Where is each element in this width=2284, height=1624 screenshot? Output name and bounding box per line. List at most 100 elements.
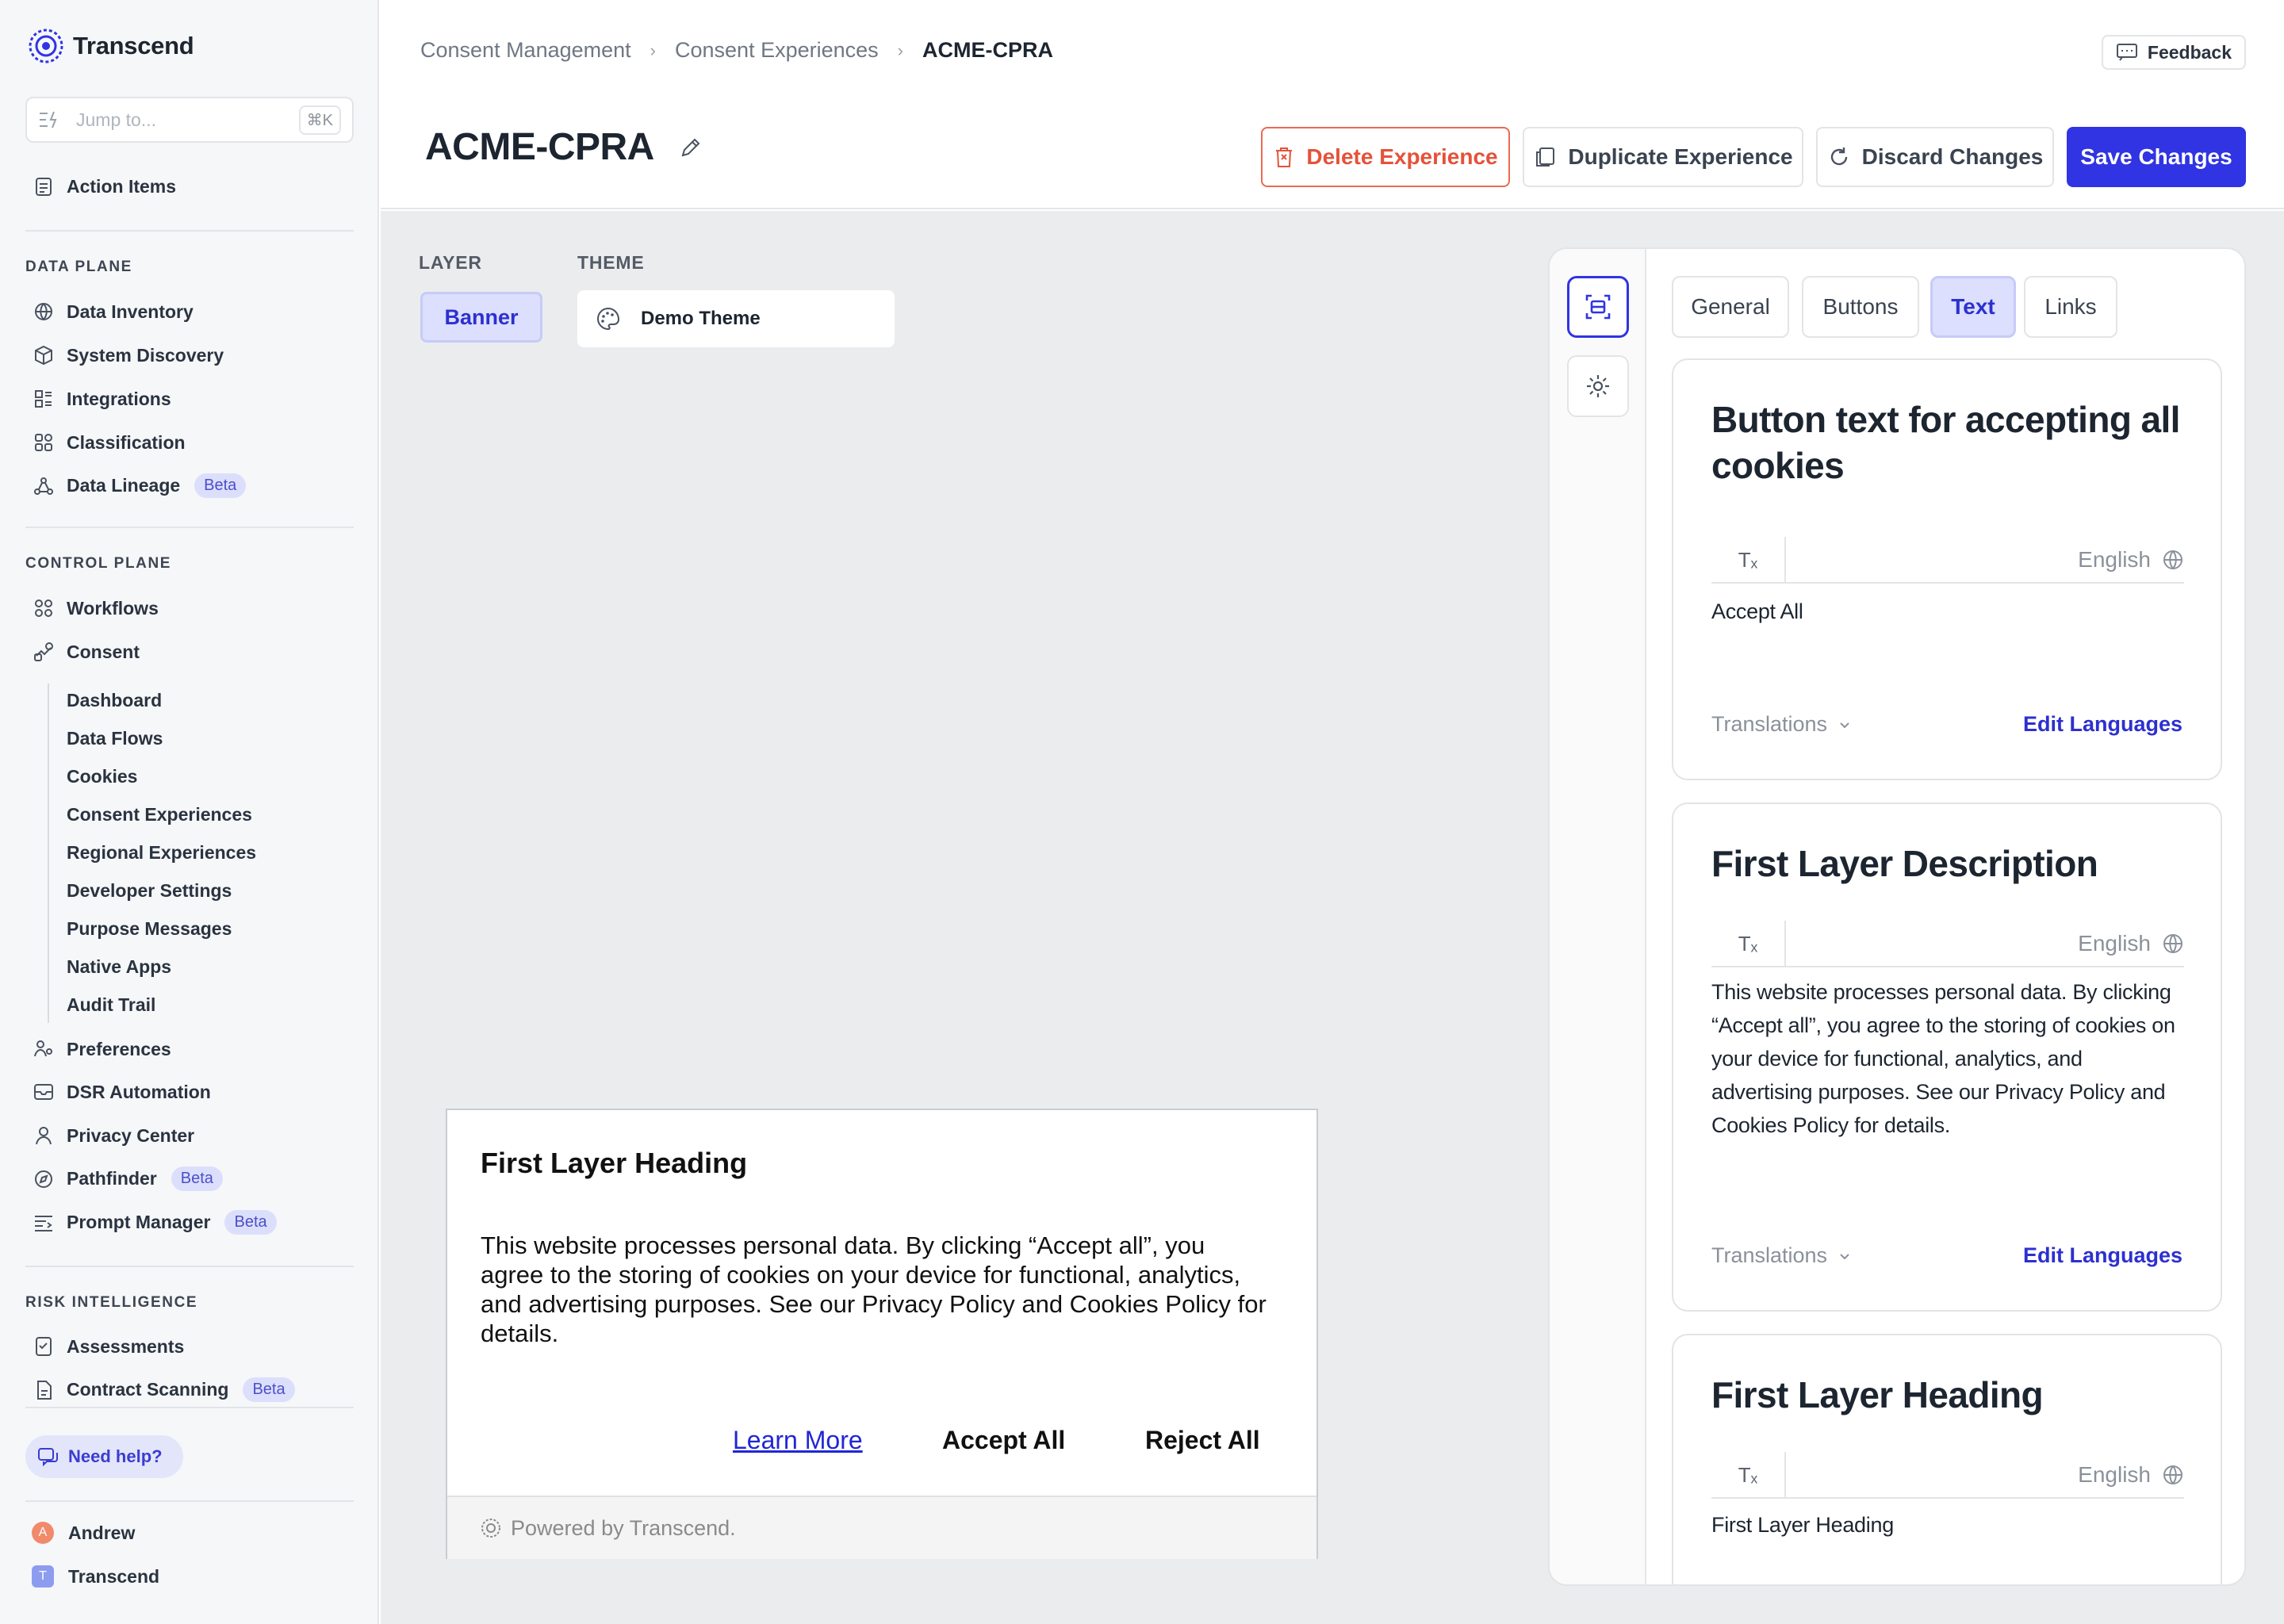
duplicate-experience-button[interactable]: Duplicate Experience — [1523, 127, 1803, 187]
sidebar-subitem-cookies[interactable]: Cookies — [67, 766, 137, 787]
save-changes-button[interactable]: Save Changes — [2067, 127, 2246, 187]
layout-view-button[interactable] — [1567, 276, 1629, 338]
discard-changes-button[interactable]: Discard Changes — [1816, 127, 2054, 187]
page-title: ACME-CPRA — [425, 125, 703, 169]
sidebar-subitem-native-apps[interactable]: Native Apps — [67, 956, 171, 978]
translations-toggle[interactable]: Translations — [1711, 712, 1851, 737]
tab-text[interactable]: Text — [1930, 276, 2016, 338]
sidebar-subitem-audit-trail[interactable]: Audit Trail — [67, 994, 155, 1016]
cube-icon — [35, 345, 52, 366]
sidebar-item-contract-scanning[interactable]: Contract Scanning Beta — [32, 1377, 295, 1402]
layer-banner-toggle[interactable]: Banner — [420, 292, 542, 343]
beta-badge: Beta — [194, 473, 247, 498]
sidebar-divider — [25, 1500, 354, 1502]
clipboard-icon — [36, 178, 52, 196]
prompt-icon — [35, 1215, 52, 1231]
language-selector[interactable]: English — [2078, 1462, 2184, 1488]
text-toolbar: Tₓ English — [1711, 921, 2184, 967]
consent-submenu-rail — [48, 684, 49, 1023]
sidebar-item-prompt-manager[interactable]: Prompt Manager Beta — [32, 1210, 277, 1235]
layer-label: LAYER — [419, 252, 482, 273]
card-title: First Layer Description — [1711, 843, 2098, 884]
gear-icon — [1587, 375, 1609, 397]
pencil-icon[interactable] — [678, 135, 703, 160]
sidebar-subitem-dashboard[interactable]: Dashboard — [67, 690, 162, 711]
breadcrumb-consent-management[interactable]: Consent Management — [420, 38, 631, 63]
clear-format-button[interactable]: Tₓ — [1711, 537, 1786, 583]
text-value-input[interactable]: This website processes personal data. By… — [1711, 975, 2187, 1142]
sidebar-item-workflows[interactable]: Workflows — [32, 596, 159, 620]
language-selector[interactable]: English — [2078, 931, 2184, 956]
sidebar-item-pathfinder[interactable]: Pathfinder Beta — [32, 1166, 223, 1191]
edit-languages-link[interactable]: Edit Languages — [2023, 1243, 2182, 1268]
sidebar-item-data-inventory[interactable]: Data Inventory — [32, 300, 194, 324]
sidebar-subitem-regional-experiences[interactable]: Regional Experiences — [67, 842, 256, 864]
editor-rail — [1550, 249, 1646, 1584]
sidebar-item-consent[interactable]: Consent — [32, 640, 140, 664]
workflows-icon — [35, 599, 52, 617]
chevron-down-icon — [1840, 722, 1849, 728]
card-title: First Layer Heading — [1711, 1374, 2044, 1415]
sidebar-subitem-data-flows[interactable]: Data Flows — [67, 728, 163, 749]
text-toolbar: Tₓ English — [1711, 537, 2184, 584]
theme-label: THEME — [577, 252, 645, 273]
translations-toggle[interactable]: Translations — [1711, 1243, 1851, 1268]
tab-buttons[interactable]: Buttons — [1802, 276, 1919, 338]
compass-icon — [35, 1170, 52, 1188]
delete-experience-button[interactable]: Delete Experience — [1261, 127, 1510, 187]
preview-reject-all-button[interactable]: Reject All — [1145, 1426, 1260, 1455]
tab-general[interactable]: General — [1672, 276, 1789, 338]
breadcrumb: Consent Management › Consent Experiences… — [420, 38, 1053, 63]
copy-icon — [1536, 147, 1555, 167]
integrations-icon — [35, 390, 52, 408]
jump-to-search[interactable]: Jump to... ⌘K — [25, 97, 354, 143]
frame-icon — [1585, 294, 1611, 320]
clear-format-button[interactable]: Tₓ — [1711, 1452, 1786, 1498]
refresh-icon — [1830, 147, 1847, 166]
sidebar-item-system-discovery[interactable]: System Discovery — [32, 343, 224, 367]
message-icon — [2116, 44, 2137, 61]
sidebar-item-data-lineage[interactable]: Data Lineage Beta — [32, 473, 247, 498]
card-title: Button text for accepting all cookies — [1711, 399, 2180, 486]
sidebar-item-action-items[interactable]: Action Items — [32, 174, 176, 198]
sidebar-divider — [25, 230, 354, 232]
org-transcend[interactable]: T Transcend — [32, 1565, 159, 1588]
sidebar-item-preferences[interactable]: Preferences — [32, 1037, 171, 1061]
theme-select[interactable]: Demo Theme — [577, 290, 895, 347]
transcend-mark-icon — [481, 1519, 500, 1538]
settings-button[interactable] — [1567, 355, 1629, 417]
need-help-button[interactable]: Need help? — [25, 1435, 183, 1478]
sidebar-item-assessments[interactable]: Assessments — [32, 1335, 184, 1358]
logo[interactable]: Transcend — [27, 27, 194, 65]
sidebar-subitem-consent-experiences[interactable]: Consent Experiences — [67, 804, 252, 825]
sidebar-subitem-purpose-messages[interactable]: Purpose Messages — [67, 918, 232, 940]
user-andrew[interactable]: A Andrew — [32, 1522, 135, 1544]
edit-languages-link[interactable]: Edit Languages — [2023, 712, 2182, 737]
sidebar-item-dsr-automation[interactable]: DSR Automation — [32, 1080, 211, 1104]
language-selector[interactable]: English — [2078, 547, 2184, 573]
chat-icon — [38, 1448, 58, 1467]
breadcrumb-consent-experiences[interactable]: Consent Experiences — [675, 38, 879, 63]
sidebar-item-integrations[interactable]: Integrations — [32, 387, 171, 411]
chevron-right-icon: › — [897, 40, 903, 60]
clear-format-button[interactable]: Tₓ — [1711, 921, 1786, 967]
sidebar-item-classification[interactable]: Classification — [32, 431, 186, 454]
section-control-plane: CONTROL PLANE — [25, 555, 172, 572]
preview-learn-more-link[interactable]: Learn More — [733, 1426, 863, 1455]
inbox-icon — [34, 1084, 53, 1100]
org-avatar: T — [32, 1565, 54, 1588]
sidebar-subitem-developer-settings[interactable]: Developer Settings — [67, 880, 232, 902]
preview-footer: Powered by Transcend. — [447, 1496, 1316, 1559]
sidebar-item-privacy-center[interactable]: Privacy Center — [32, 1124, 194, 1147]
preview-accept-all-button[interactable]: Accept All — [942, 1426, 1065, 1455]
feedback-button[interactable]: Feedback — [2101, 35, 2246, 70]
text-value-input[interactable]: Accept All — [1711, 595, 2187, 628]
sidebar-divider — [25, 1407, 354, 1408]
text-value-input[interactable]: First Layer Heading — [1711, 1508, 2187, 1542]
beta-badge: Beta — [224, 1210, 277, 1235]
palette-icon — [597, 307, 620, 331]
beta-badge: Beta — [171, 1166, 223, 1191]
consent-icon — [34, 642, 53, 661]
tab-links[interactable]: Links — [2024, 276, 2117, 338]
globe-icon — [2163, 550, 2182, 569]
